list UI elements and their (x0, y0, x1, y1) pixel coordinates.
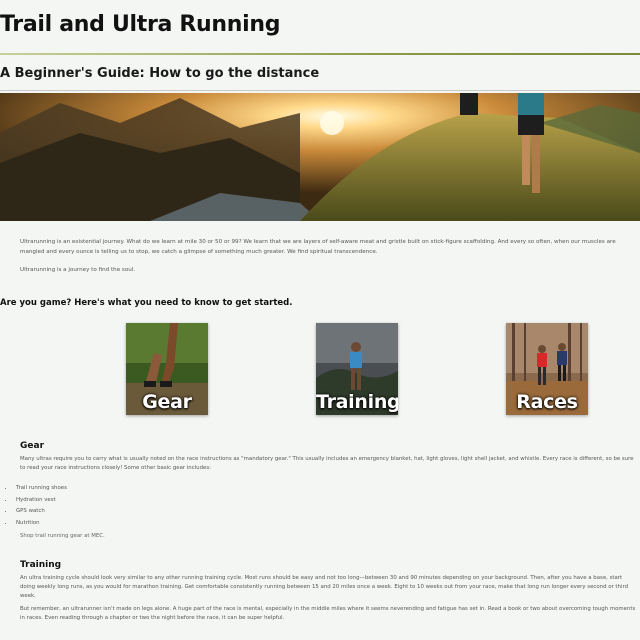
list-item: GPS watch (14, 506, 67, 518)
shop-gear-link[interactable]: Shop trail running gear at MEC. (20, 533, 105, 539)
site-title: Trail and Ultra Running (0, 12, 281, 37)
list-item: Hydration vest (14, 495, 67, 507)
training-heading: Training (20, 560, 62, 570)
intro-tagline: Ultrarunning is a journey to find the so… (20, 267, 136, 273)
list-item: Trail running shoes (14, 483, 67, 495)
training-mental-paragraph: But remember, an ultrarunner isn't made … (20, 606, 636, 621)
page-subtitle: A Beginner's Guide: How to go the distan… (0, 66, 320, 81)
title-divider (0, 53, 640, 55)
gear-heading: Gear (20, 441, 45, 451)
list-item: Nutrition (14, 518, 67, 530)
gear-list: Trail running shoes Hydration vest GPS w… (0, 483, 67, 529)
races-tile[interactable]: Races (506, 323, 588, 415)
hero-image (0, 93, 640, 221)
tile-races-label: Races (516, 391, 578, 413)
training-tile[interactable]: Training (316, 323, 398, 415)
tile-gear-label: Gear (142, 391, 192, 413)
get-started-heading: Are you game? Here's what you need to kn… (0, 298, 293, 308)
gear-paragraph: Many ultras require you to carry what is… (20, 456, 634, 471)
subtitle-divider (0, 90, 640, 91)
training-paragraph: An ultra training cycle should look very… (20, 575, 629, 599)
gear-tile[interactable]: Gear (126, 323, 208, 415)
tile-training-label: Training (316, 391, 398, 413)
intro-paragraph: Ultrarunning is an existential journey. … (20, 239, 616, 255)
intro-text: Ultrarunning is an existential journey. … (20, 238, 638, 285)
